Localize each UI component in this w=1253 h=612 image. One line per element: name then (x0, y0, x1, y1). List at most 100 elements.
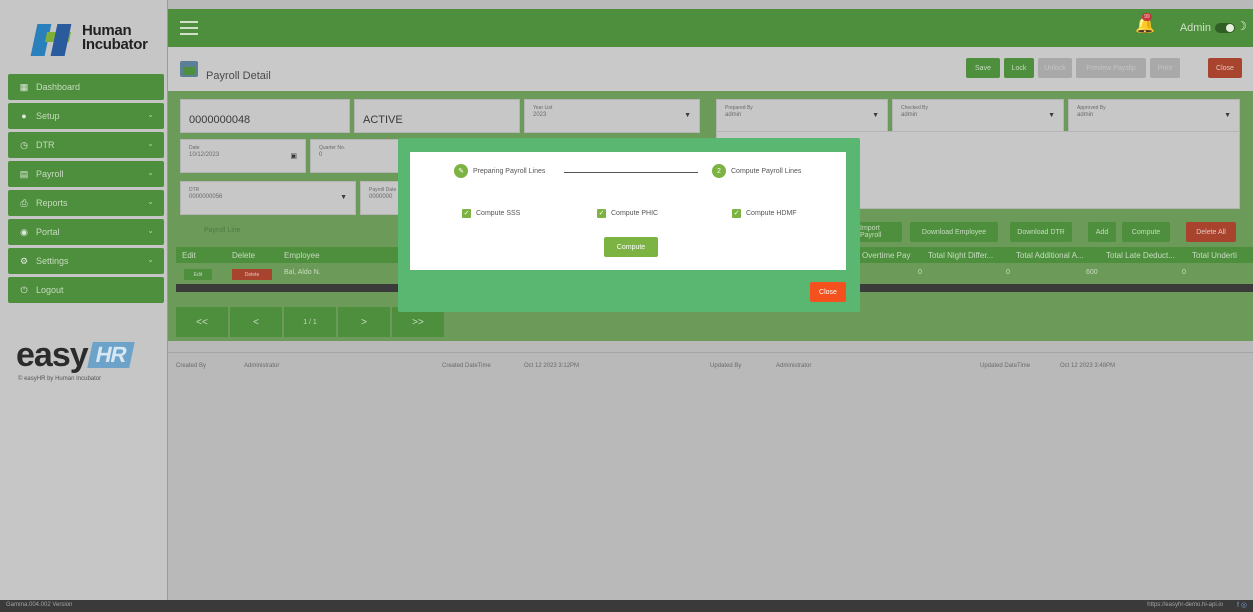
column-header[interactable]: Total Night Differ... (928, 251, 993, 260)
payroll-date-field[interactable]: Payroll Date 0000000 (360, 181, 400, 215)
human-incubator-logo: Human Incubator (30, 22, 154, 62)
checked-by-select[interactable]: Checked By admin ▼ (892, 99, 1064, 133)
dropdown-arrow-icon: ▼ (872, 112, 879, 119)
next-page-button[interactable]: > (338, 307, 390, 337)
save-button[interactable]: Save (966, 58, 1000, 78)
moon-icon: ☽ (1236, 19, 1247, 33)
checkbox-label: Compute PHIC (611, 210, 659, 217)
bottom-bar: Gamma.004.002 Version https://easyhr-dem… (0, 600, 1253, 612)
checkmark-icon: ✓ (597, 209, 606, 218)
delete-all-button[interactable]: Delete All (1186, 222, 1236, 242)
column-header[interactable]: Delete (232, 251, 255, 260)
notification-badge: 99 (1142, 13, 1152, 21)
page-header: Payroll Detail Save Lock Unlock Preview … (168, 47, 1253, 91)
delete-row-button[interactable]: Delete (232, 269, 272, 280)
dropdown-arrow-icon: ▼ (684, 112, 691, 119)
sidebar-item-settings[interactable]: ⚙ Settings ⌄ (8, 248, 164, 274)
pencil-icon: ✎ (454, 164, 468, 178)
user-name[interactable]: Admin (1180, 22, 1211, 34)
approved-by-select[interactable]: Approved By admin ▼ (1068, 99, 1240, 133)
overtime-cell: 0 (918, 269, 922, 276)
dtr-select[interactable]: DTR 0000000056 ▼ (180, 181, 356, 215)
calendar-icon: ▣ (290, 153, 297, 160)
quarter-field[interactable]: Quarter No. 0 (310, 139, 400, 173)
sidebar-item-label: Setup (36, 111, 60, 121)
edit-row-button[interactable]: Edit (184, 269, 212, 280)
sidebar-item-dtr[interactable]: ◷ DTR ⌄ (8, 132, 164, 158)
preview-payslip-button[interactable]: Preview Payslip (1076, 58, 1146, 78)
checkmark-icon: ✓ (732, 209, 741, 218)
sidebar-item-portal[interactable]: ◉ Portal ⌄ (8, 219, 164, 245)
date-field[interactable]: Date 10/12/2023 ▣ (180, 139, 306, 173)
column-header[interactable]: Edit (182, 251, 196, 260)
print-icon: ⎙ (20, 197, 28, 208)
compute-hdmf-checkbox[interactable]: ✓ Compute HDMF (732, 209, 797, 218)
column-header[interactable]: Employee (284, 251, 320, 260)
power-icon: ⏻ (20, 284, 28, 295)
step-label: Preparing Payroll Lines (473, 167, 546, 175)
step-preparing: ✎ Preparing Payroll Lines (454, 164, 545, 178)
first-page-button[interactable]: << (176, 307, 228, 337)
site-link[interactable]: https://easyhr-demo.hi-api.io (1147, 602, 1223, 608)
sidebar-item-logout[interactable]: ⏻ Logout (8, 277, 164, 303)
prepared-by-select[interactable]: Prepared By admin ▼ (716, 99, 888, 133)
modal-close-button[interactable]: Close (810, 282, 846, 302)
night-diff-cell: 0 (1006, 269, 1010, 276)
unlock-button[interactable]: Unlock (1038, 58, 1072, 78)
sidebar-item-reports[interactable]: ⎙ Reports ⌄ (8, 190, 164, 216)
checkbox-label: Compute SSS (476, 210, 521, 217)
logo-mark-icon (30, 24, 74, 56)
created-by-value: Administrator (244, 363, 280, 369)
compute-sss-checkbox[interactable]: ✓ Compute SSS (462, 209, 520, 218)
sidebar-item-setup[interactable]: ● Setup ⌄ (8, 103, 164, 129)
dropdown-arrow-icon: ▼ (1048, 112, 1055, 119)
checkbox-label: Compute HDMF (746, 210, 797, 217)
compute-button[interactable]: Compute (604, 237, 658, 257)
notification-bell-icon[interactable]: 🔔 99 (1135, 13, 1155, 35)
gear-icon: ⚙ (19, 255, 29, 266)
payroll-detail-icon (180, 61, 198, 77)
hamburger-menu-icon[interactable] (180, 21, 198, 35)
compute-action-button[interactable]: Compute (1122, 222, 1170, 242)
updated-by-value: Administrator (776, 363, 812, 369)
social-icons[interactable]: f ◎ (1237, 601, 1247, 609)
import-payroll-button[interactable]: Import Payroll (860, 222, 902, 242)
created-datetime-value: Oct 12 2023 3:12PM (524, 363, 580, 369)
sidebar-item-label: DTR (36, 140, 55, 150)
chevron-down-icon: ⌄ (147, 168, 154, 177)
lock-button[interactable]: Lock (1004, 58, 1034, 78)
year-select[interactable]: Year List 2023 ▼ (524, 99, 700, 133)
page-title: Payroll Detail (206, 70, 271, 82)
easyhr-logo: easy HR (16, 336, 135, 375)
prev-page-button[interactable]: < (230, 307, 282, 337)
column-header[interactable]: Total Additional A... (1016, 251, 1084, 260)
updated-datetime-value: Oct 12 2023 3:48PM (1060, 363, 1116, 369)
step-label: Compute Payroll Lines (731, 167, 802, 175)
column-header[interactable]: Total Underti (1192, 251, 1237, 260)
status-field[interactable]: ACTIVE (354, 99, 520, 133)
chevron-down-icon: ⌄ (147, 110, 154, 119)
download-employee-button[interactable]: Download Employee (910, 222, 998, 242)
employee-cell: Bal, Aldo N. (284, 269, 321, 276)
compute-phic-checkbox[interactable]: ✓ Compute PHIC (597, 209, 658, 218)
payroll-number-field[interactable]: 0000000048 (180, 99, 350, 133)
sidebar-item-label: Payroll (36, 169, 64, 179)
chevron-down-icon: ⌄ (147, 226, 154, 235)
print-button[interactable]: Print (1150, 58, 1180, 78)
download-dtr-button[interactable]: Download DTR (1010, 222, 1072, 242)
topbar: 🔔 99 Admin ☽ (168, 9, 1253, 47)
column-header[interactable]: Total Late Deduct... (1106, 251, 1175, 260)
updated-datetime-label: Updated DateTime (980, 363, 1031, 369)
page-indicator: 1 / 1 (284, 307, 336, 337)
column-header[interactable]: Overtime Pay (862, 251, 910, 260)
checkmark-icon: ✓ (462, 209, 471, 218)
step-number: 2 (712, 164, 726, 178)
powered-by-text: © easyHR by Human Incubator (18, 376, 102, 382)
theme-toggle[interactable] (1215, 23, 1235, 33)
sidebar-item-payroll[interactable]: ▤ Payroll ⌄ (8, 161, 164, 187)
add-button[interactable]: Add (1088, 222, 1116, 242)
close-page-button[interactable]: Close (1208, 58, 1242, 78)
sidebar-item-dashboard[interactable]: ▦ Dashboard (8, 74, 164, 100)
updated-by-label: Updated By (710, 363, 742, 369)
tab-payroll-line[interactable]: Payroll Line (204, 227, 241, 234)
